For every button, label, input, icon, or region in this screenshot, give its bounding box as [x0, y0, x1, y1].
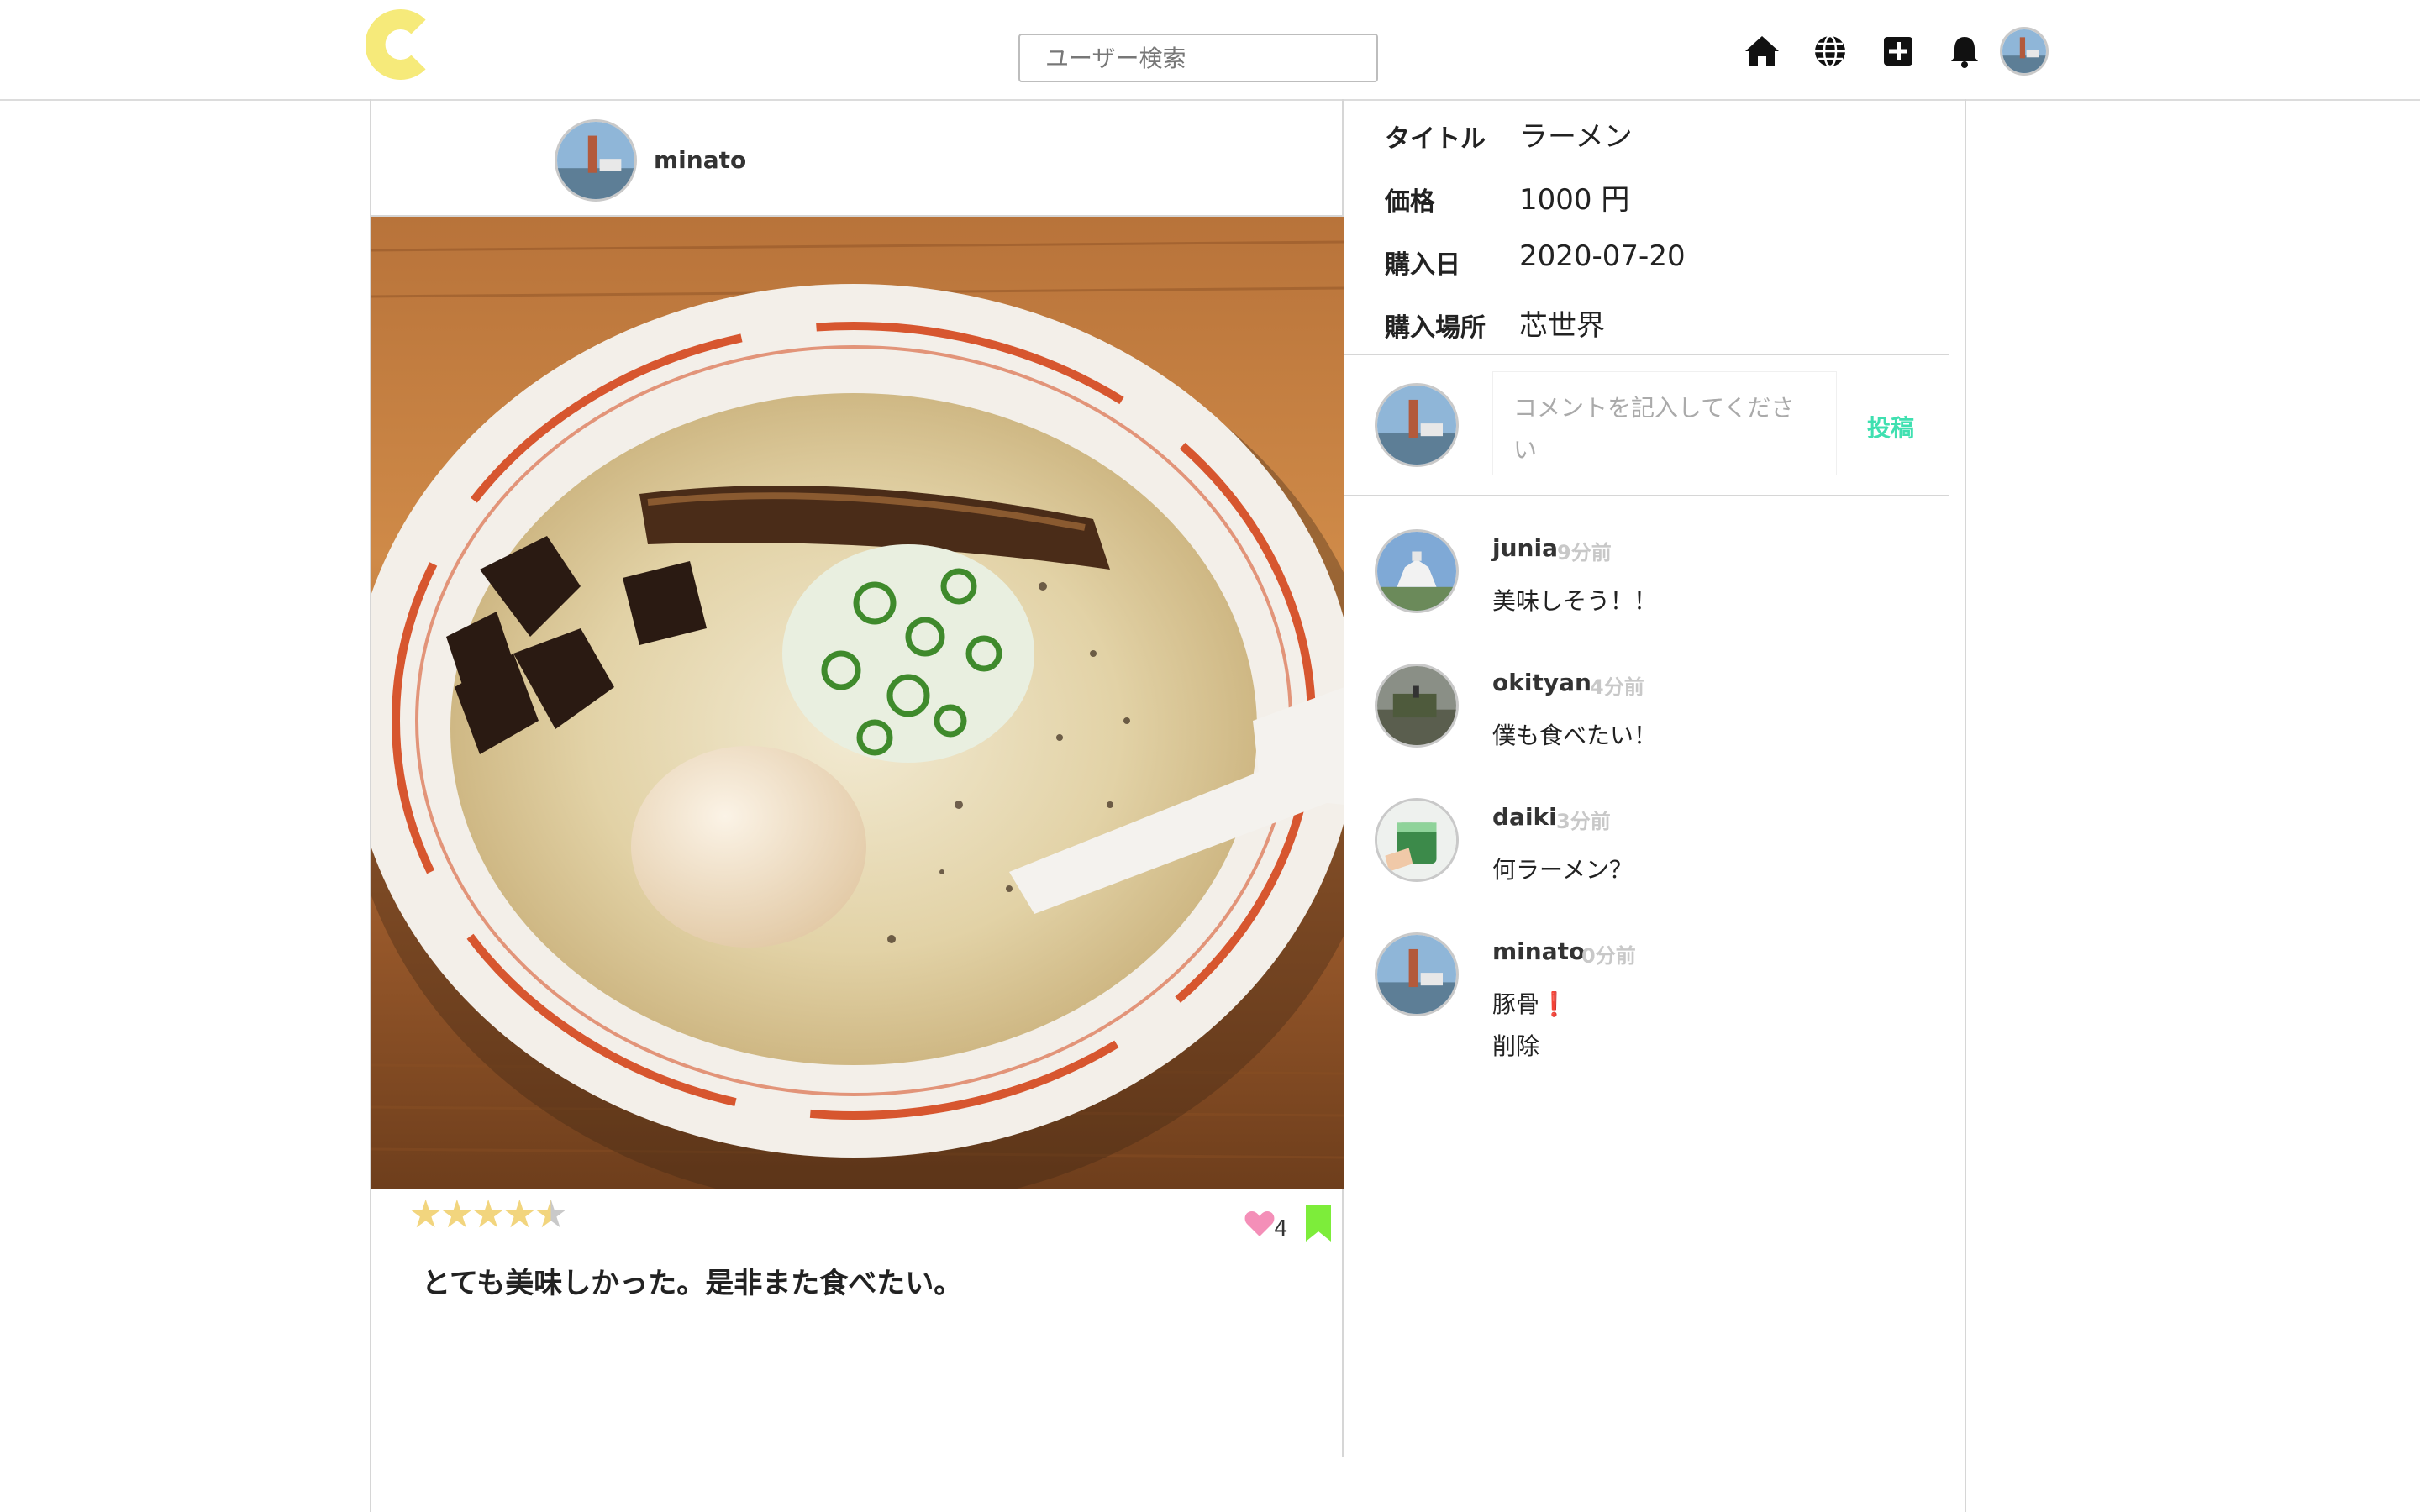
- exclamation-icon: ❗: [1539, 990, 1569, 1018]
- detail-label-title: タイトル: [1385, 124, 1486, 154]
- avatar-photo: [2002, 29, 2046, 73]
- home-icon[interactable]: [1743, 32, 1781, 71]
- avatar-photo: [1377, 532, 1456, 611]
- like-count: 4: [1274, 1216, 1288, 1242]
- star-icon: ★: [439, 1191, 474, 1236]
- avatar-photo: [557, 122, 634, 199]
- detail-value-title: ラーメン: [1519, 120, 1633, 154]
- comment-time: 3分前: [1556, 810, 1611, 833]
- comment-avatar[interactable]: [1375, 529, 1459, 613]
- plus-square-icon[interactable]: [1879, 32, 1918, 71]
- half-star-icon: ★: [534, 1191, 568, 1236]
- detail-value-date: 2020-07-20: [1519, 239, 1686, 273]
- comment-text-wrapper: 豚骨❗: [1492, 986, 1569, 1020]
- comment-username[interactable]: okityan: [1492, 669, 1591, 696]
- comment-avatar[interactable]: [1375, 932, 1459, 1016]
- comment-time: 9分前: [1557, 541, 1612, 564]
- rating-stars: ★★★★★: [408, 1191, 568, 1236]
- detail-value-price: 1000 円: [1519, 183, 1630, 217]
- comment-text: 豚骨: [1492, 990, 1540, 1018]
- comment-input[interactable]: [1492, 371, 1837, 475]
- comment-avatar[interactable]: [1375, 798, 1459, 882]
- comment-text: 僕も食べたい！: [1492, 722, 1658, 749]
- star-icon: ★: [502, 1191, 537, 1236]
- avatar-photo: [1377, 801, 1456, 879]
- comment-text: 何ラーメン？: [1492, 856, 1633, 884]
- post-author-name[interactable]: minato: [654, 146, 746, 174]
- comment-avatar[interactable]: [1375, 664, 1459, 748]
- form-divider: [1344, 495, 1949, 496]
- avatar-photo: [1377, 386, 1456, 465]
- detail-label-price: 価格: [1385, 187, 1435, 217]
- like-heart-icon[interactable]: [1244, 1208, 1276, 1238]
- globe-icon[interactable]: [1811, 32, 1849, 71]
- right-border: [1965, 99, 1966, 1512]
- details-divider: [1344, 354, 1949, 355]
- user-avatar[interactable]: [2000, 27, 2049, 76]
- submit-comment-button[interactable]: 投稿: [1867, 410, 1914, 444]
- comment-username[interactable]: junia: [1492, 534, 1558, 562]
- bell-icon[interactable]: [1945, 32, 1984, 71]
- logo-icon[interactable]: [366, 8, 434, 81]
- comment-username[interactable]: minato: [1492, 937, 1585, 965]
- comment-username[interactable]: daiki: [1492, 803, 1557, 831]
- post-description: とても美味しかった。是非また食べたい。: [422, 1267, 963, 1300]
- star-icon: ★: [471, 1191, 506, 1236]
- bookmark-icon[interactable]: [1306, 1205, 1331, 1242]
- top-header: [0, 0, 2420, 101]
- post-author-avatar[interactable]: [555, 119, 637, 202]
- avatar-photo: [1377, 935, 1456, 1014]
- current-user-avatar: [1375, 383, 1459, 467]
- comment-text: 美味しそう！！: [1492, 587, 1658, 615]
- user-search-input[interactable]: [1018, 34, 1378, 82]
- detail-value-place: 芯世界: [1519, 309, 1605, 343]
- detail-label-date: 購入日: [1385, 250, 1460, 280]
- detail-label-place: 購入場所: [1385, 313, 1486, 343]
- delete-comment-button[interactable]: 削除: [1492, 1028, 1539, 1062]
- post-photo: [371, 217, 1344, 1189]
- comment-time: 4分前: [1590, 675, 1644, 699]
- comment-time: 0分前: [1581, 944, 1636, 968]
- star-icon: ★: [408, 1191, 443, 1236]
- avatar-photo: [1377, 666, 1456, 745]
